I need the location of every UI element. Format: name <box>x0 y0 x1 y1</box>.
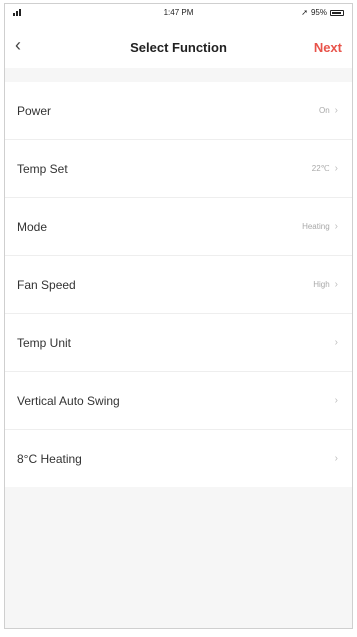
status-time: 1:47 PM <box>163 8 194 17</box>
function-label: Temp Set <box>17 161 68 176</box>
battery-icon <box>330 9 344 16</box>
function-item-temp-unit[interactable]: Temp Unit › <box>5 314 352 372</box>
function-value: On <box>318 106 330 115</box>
function-value: Heating <box>302 222 330 231</box>
function-label: 8°C Heating <box>17 451 82 466</box>
function-label: Power <box>17 103 52 118</box>
function-label: Temp Unit <box>17 335 72 350</box>
page-title: Select Function <box>130 40 227 55</box>
chevron-right-icon: › <box>334 279 338 290</box>
chevron-right-icon: › <box>334 453 338 464</box>
function-item-vertical-auto-swing[interactable]: Vertical Auto Swing › <box>5 372 352 430</box>
chevron-right-icon: › <box>334 105 338 116</box>
location-arrow-icon: ➚ <box>301 8 308 17</box>
chevron-right-icon: › <box>334 395 338 406</box>
next-button[interactable]: Next <box>314 40 342 55</box>
app-screen: 1:47 PM ➚ 95% ‹ Select Function Next Pow… <box>4 3 353 629</box>
function-value: High <box>313 280 330 289</box>
function-item-temp-set[interactable]: Temp Set 22℃ › <box>5 140 352 198</box>
function-label: Vertical Auto Swing <box>17 393 120 408</box>
status-right: ➚ 95% <box>301 8 344 17</box>
function-list: Power On › Temp Set 22℃ › Mode Heating ›… <box>5 82 352 487</box>
function-item-fan-speed[interactable]: Fan Speed High › <box>5 256 352 314</box>
function-label: Fan Speed <box>17 277 76 292</box>
chevron-right-icon: › <box>334 163 338 174</box>
function-label: Mode <box>17 219 48 234</box>
function-value: 22℃ <box>311 164 330 173</box>
nav-bar: ‹ Select Function Next <box>5 24 352 68</box>
battery-percent: 95% <box>310 8 327 17</box>
function-item-8c-heating[interactable]: 8°C Heating › <box>5 430 352 487</box>
chevron-right-icon: › <box>334 337 338 348</box>
function-item-mode[interactable]: Mode Heating › <box>5 198 352 256</box>
status-bar: 1:47 PM ➚ 95% <box>5 4 352 24</box>
chevron-right-icon: › <box>334 221 338 232</box>
function-item-power[interactable]: Power On › <box>5 82 352 140</box>
